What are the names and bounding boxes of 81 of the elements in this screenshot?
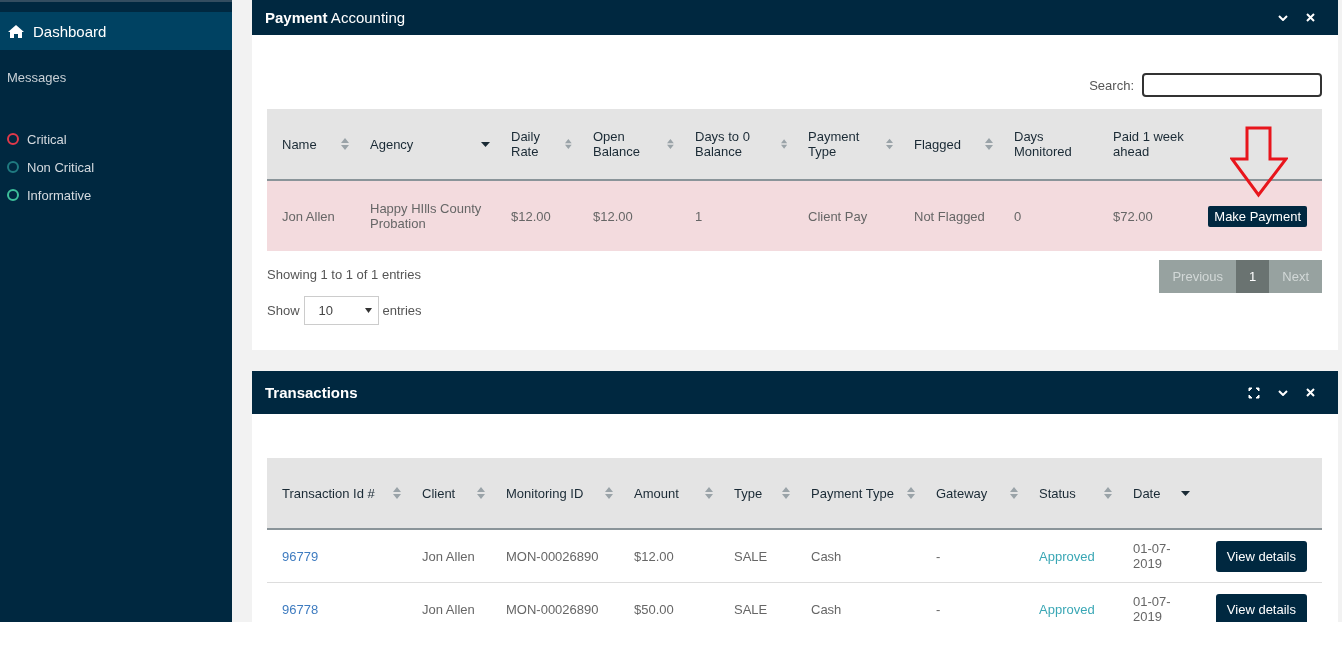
table-cell: $12.00 <box>593 208 633 224</box>
sort-icon[interactable] <box>985 138 993 150</box>
table-cell: Cash <box>811 601 842 617</box>
sort-icon[interactable] <box>341 138 349 150</box>
table-cell: Happy HIlls County Probation <box>370 201 482 231</box>
table-cell: SALE <box>734 548 768 564</box>
search-label: Search: <box>1089 77 1134 93</box>
page-length-select[interactable]: 10 <box>303 296 379 325</box>
table-cell: - <box>936 548 941 564</box>
transaction-id-link[interactable]: 96779 <box>282 548 319 564</box>
column-header[interactable]: Name <box>282 136 317 152</box>
sort-icon[interactable] <box>605 487 613 499</box>
column-header[interactable]: Transaction Id # <box>282 485 375 501</box>
table-cell: $50.00 <box>634 601 674 617</box>
sidebar-item[interactable]: Dashboard <box>0 12 232 50</box>
table-cell: 1 <box>695 208 703 224</box>
column-header[interactable]: Flagged <box>914 136 961 152</box>
view-details-button[interactable]: View details <box>1215 540 1307 572</box>
table-cell: Cash <box>811 548 842 564</box>
legend-label: Critical <box>27 131 67 147</box>
table-cell: 01-07-2019 <box>1133 594 1171 622</box>
table-cell: SALE <box>734 601 768 617</box>
sort-descending-icon[interactable] <box>1181 490 1190 496</box>
column-header[interactable]: Amount <box>634 485 679 501</box>
table-cell: Jon Allen <box>282 208 335 224</box>
column-header[interactable]: Type <box>734 485 763 501</box>
sort-icon[interactable] <box>565 138 572 150</box>
dropdown-caret-icon <box>364 308 372 313</box>
table-cell: 01-07-2019 <box>1133 541 1171 571</box>
search-field[interactable] <box>1142 73 1322 97</box>
sort-icon[interactable] <box>477 487 485 499</box>
sort-descending-icon[interactable] <box>481 141 490 147</box>
table-cell: $72.00 <box>1113 208 1153 224</box>
panel-title: Payment Accounting <box>265 9 407 26</box>
column-header: Days Monitored <box>1014 129 1073 159</box>
sort-icon[interactable] <box>780 138 787 150</box>
sort-icon[interactable] <box>705 487 713 499</box>
home-icon <box>7 23 25 39</box>
sort-icon[interactable] <box>1010 487 1018 499</box>
show-label: Show <box>267 303 300 318</box>
sort-icon[interactable] <box>1104 487 1112 499</box>
table-cell: MON-00026890 <box>506 548 599 564</box>
view-details-button[interactable]: View details <box>1215 593 1307 622</box>
chevron-down-icon <box>1278 389 1288 396</box>
status-text: Approved <box>1039 601 1095 617</box>
make-payment-button[interactable]: Make Payment <box>1208 205 1307 227</box>
messages-heading: Messages <box>6 69 68 87</box>
sort-icon[interactable] <box>885 138 893 150</box>
close-icon <box>1306 13 1315 22</box>
column-header[interactable]: Monitoring ID <box>506 485 584 501</box>
table-cell: $12.00 <box>511 208 551 224</box>
sort-icon[interactable] <box>907 487 915 499</box>
pagination-button[interactable]: 1 <box>1236 260 1270 293</box>
status-text: Approved <box>1039 548 1095 564</box>
column-header[interactable]: Agency <box>370 136 414 152</box>
table-cell: Jon Allen <box>422 601 475 617</box>
chevron-down-icon <box>1278 14 1288 21</box>
entries-label: entries <box>382 303 422 318</box>
table-cell: 0 <box>1014 208 1022 224</box>
column-header[interactable]: Status <box>1039 485 1076 501</box>
column-header: Paid 1 week ahead <box>1113 129 1184 159</box>
sort-icon[interactable] <box>782 487 790 499</box>
table-cell: MON-00026890 <box>506 601 599 617</box>
close-icon <box>1306 388 1315 397</box>
column-header[interactable]: Client <box>422 485 456 501</box>
column-header[interactable]: Payment Type <box>811 485 894 501</box>
column-header[interactable]: Gateway <box>936 485 988 501</box>
table-cell: Client Pay <box>808 208 868 224</box>
sort-icon[interactable] <box>667 138 674 150</box>
table-cell: Not Flagged <box>914 208 985 224</box>
table-cell: Jon Allen <box>422 548 475 564</box>
table-cell: - <box>936 601 941 617</box>
entries-info: Showing 1 to 1 of 1 entries <box>267 267 422 282</box>
table-cell: $12.00 <box>634 548 674 564</box>
panel-title: Transactions <box>265 384 359 401</box>
transaction-id-link[interactable]: 96778 <box>282 601 319 617</box>
expand-icon <box>1248 386 1260 399</box>
legend-label: Informative <box>27 187 92 203</box>
legend-label: Non Critical <box>27 159 95 175</box>
column-header[interactable]: Date <box>1133 485 1161 501</box>
sort-icon[interactable] <box>393 487 401 499</box>
